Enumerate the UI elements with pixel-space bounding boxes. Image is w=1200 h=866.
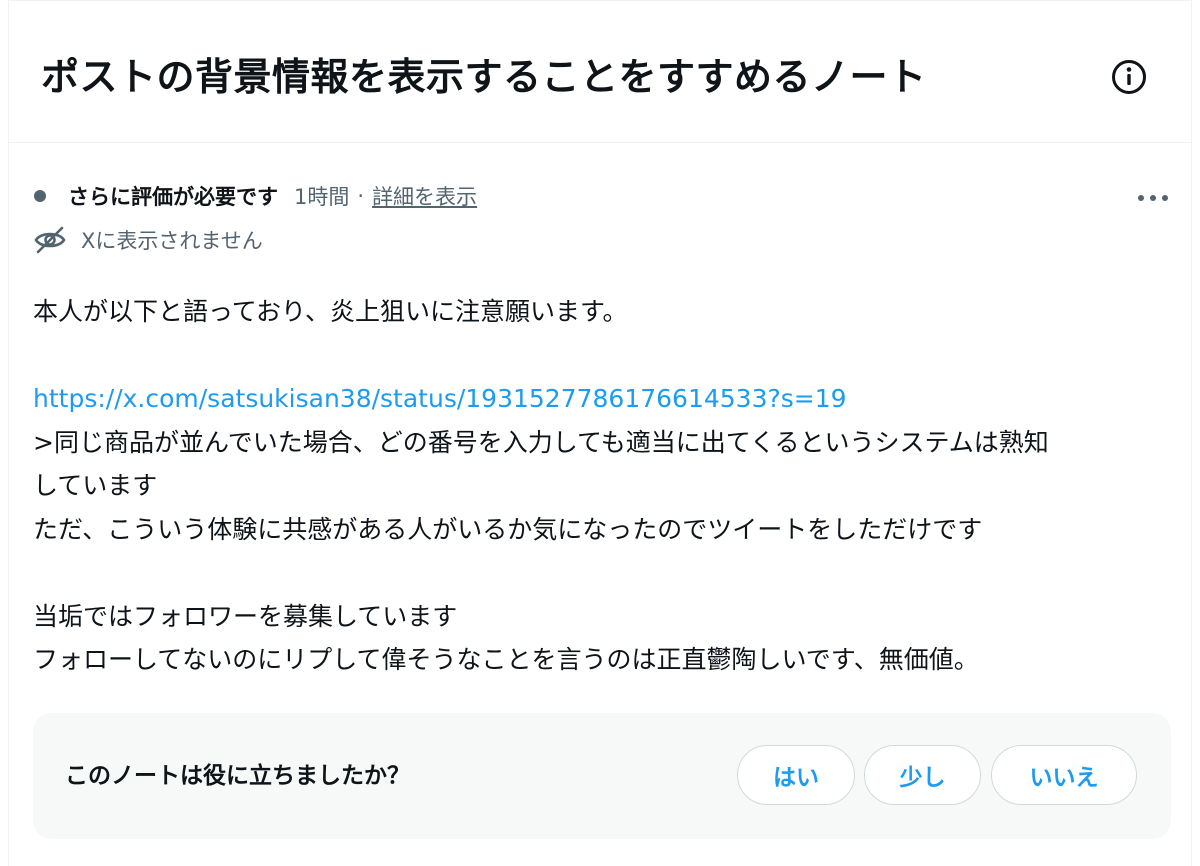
note-timestamp: 1時間: [294, 185, 350, 209]
note-blank-line-1: [33, 334, 1183, 378]
panel-header: ポストの背景情報を表示することをすすめるノート: [9, 0, 1191, 143]
note-line-5: 当垢ではフォロワーを募集しています: [33, 601, 458, 631]
note-blank-line-2: [33, 551, 1183, 595]
rating-box: このノートは役に立ちましたか？ はい 少し いいえ: [33, 713, 1171, 839]
meta-separator: ·: [357, 184, 365, 208]
visibility-text: Xに表示されません: [81, 229, 263, 253]
community-note-panel: ポストの背景情報を表示することをすすめるノート さらに評価が必要です 1時間 ·…: [8, 0, 1192, 866]
more-horizontal-icon[interactable]: [1135, 186, 1171, 210]
note-line-6: フォローしてないのにリプして偉そうなことを言うのは正直鬱陶しいです、無価値。: [33, 645, 979, 674]
rating-question: このノートは役に立ちましたか？: [65, 763, 410, 789]
note-line-3: しています: [33, 471, 158, 500]
note-line-link-wrapper: https://x.com/satsukisan38/status/193152…: [33, 377, 1183, 421]
rate-somewhat-button[interactable]: 少し: [864, 745, 981, 805]
source-link[interactable]: https://x.com/satsukisan38/status/193152…: [33, 384, 847, 413]
note-line-1: 本人が以下と語っており、炎上狙いに注意願います。: [33, 297, 628, 326]
note-line-2: >同じ商品が並んでいた場合、どの番号を入力しても適当に出てくるというシステムは熟…: [33, 427, 1049, 457]
note-meta-row: さらに評価が必要です 1時間 · 詳細を表示: [33, 178, 477, 214]
rate-yes-button[interactable]: はい: [737, 745, 855, 805]
note-body: 本人が以下と語っており、炎上狙いに注意願います。 https://x.com/s…: [33, 290, 1183, 682]
visibility-row: Xに表示されません: [33, 222, 263, 258]
rate-no-button[interactable]: いいえ: [991, 745, 1137, 805]
info-circle-icon[interactable]: [1109, 57, 1149, 97]
eye-off-icon: [34, 226, 66, 254]
page-title: ポストの背景情報を表示することをすすめるノート: [41, 55, 927, 99]
note-line-4: ただ、こういう体験に共感がある人がいるか気になったのでツイートをしただけです: [33, 514, 983, 544]
status-label: さらに評価が必要です: [68, 185, 278, 209]
show-details-link[interactable]: 詳細を表示: [372, 181, 477, 211]
status-dot: [34, 190, 46, 202]
